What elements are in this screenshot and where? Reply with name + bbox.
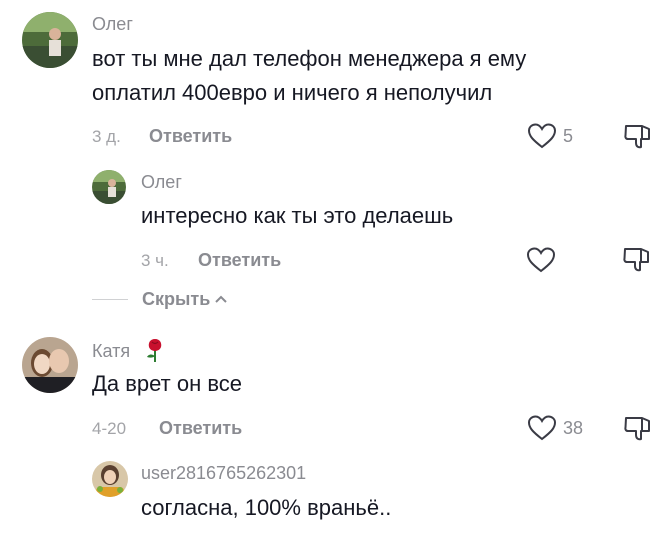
avatar[interactable] — [22, 337, 78, 393]
heart-icon[interactable] — [526, 246, 556, 274]
like-count: 38 — [563, 418, 584, 438]
reply-button[interactable]: Ответить — [159, 418, 242, 439]
chevron-up-icon — [214, 291, 228, 309]
avatar[interactable] — [22, 12, 78, 68]
avatar[interactable] — [92, 170, 126, 204]
hide-replies-button[interactable]: Скрыть — [92, 289, 228, 310]
comment-text: вот ты мне дал телефон менеджера я ему о… — [92, 42, 526, 110]
comment-text: Да врет он все — [92, 371, 243, 396]
comment-text-line: вот ты мне дал телефон менеджера я ему — [92, 46, 527, 71]
comment-time: 4-20 — [92, 419, 127, 438]
reply-button[interactable]: Ответить — [198, 250, 281, 271]
reply-username[interactable]: Олег — [141, 172, 182, 193]
dislike-icon[interactable] — [623, 121, 653, 151]
divider — [92, 299, 128, 300]
reply-text: согласна, 100% враньё.. — [141, 495, 392, 520]
avatar[interactable] — [92, 461, 128, 497]
comment-text-line: оплатил 400евро и ничего я неполучил — [92, 80, 493, 105]
heart-icon[interactable] — [527, 414, 557, 442]
reply-button[interactable]: Ответить — [149, 126, 232, 147]
comment-username[interactable]: Катя — [92, 341, 130, 362]
dislike-icon[interactable] — [623, 413, 653, 443]
heart-icon[interactable] — [527, 122, 557, 150]
reply-text: интересно как ты это делаешь — [141, 203, 454, 228]
hide-replies-label: Скрыть — [142, 289, 211, 309]
reply-username[interactable]: user2816765262301 — [141, 463, 306, 484]
dislike-icon[interactable] — [622, 244, 652, 274]
rose-emoji-icon — [144, 337, 166, 368]
reply-time: 3 ч. — [141, 251, 169, 270]
comment-username[interactable]: Олег — [92, 14, 133, 35]
like-count: 5 — [563, 126, 574, 146]
comment-time: 3 д. — [92, 127, 121, 146]
